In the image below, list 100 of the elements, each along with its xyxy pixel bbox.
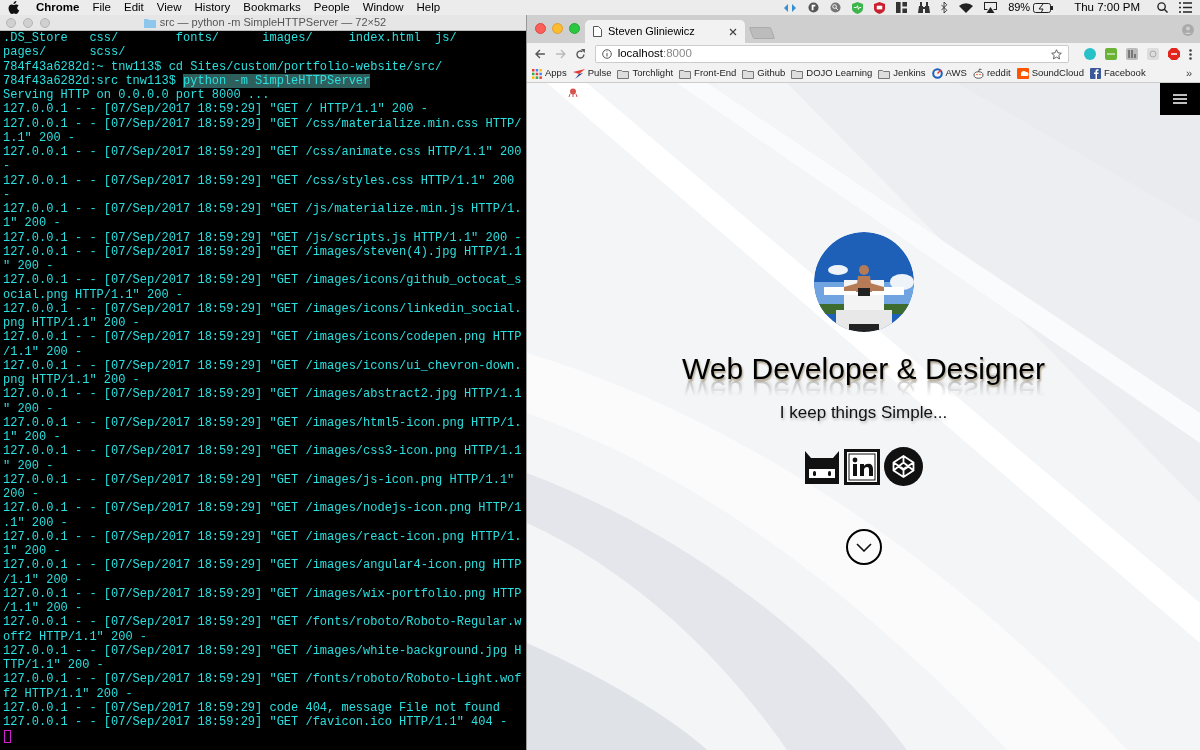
page-icon [593, 26, 602, 37]
terminal-line: 127.0.0.1 - - [07/Sep/2017 18:59:29] "GET /images/icons/github_octocat_s [3, 273, 522, 288]
battery-icon[interactable] [1033, 2, 1054, 13]
square-icon [1089, 68, 1101, 79]
terminal-line: 127.0.0.1 - - [07/Sep/2017 18:59:29] "GET /js/scripts.js HTTP/1.1" 200 - [3, 230, 522, 245]
extension-icon[interactable] [1126, 48, 1138, 60]
bookmark[interactable]: Apps [532, 66, 567, 81]
circle-icon[interactable] [808, 2, 820, 13]
terminal-line: 127.0.0.1 - - [07/Sep/2017 18:59:29] "GET /images/react-icon.png HTTP/1. [3, 529, 522, 544]
terminal-line: 127.0.0.1 - - [07/Sep/2017 18:59:29] "GET /images/steven(4).jpg HTTP/1.1 [3, 244, 522, 259]
bookmark[interactable]: Jenkins [878, 66, 926, 81]
terminal-line: 127.0.0.1 - - [07/Sep/2017 18:59:29] "GET /fonts/roboto/Roboto-Light.wof [3, 672, 522, 687]
browser-tab[interactable]: Steven Gliniewicz [585, 20, 745, 43]
bookmark[interactable]: Pulse [572, 66, 612, 81]
star-icon[interactable] [1051, 48, 1062, 60]
selected-command: python -m SimpleHTTPServer [183, 73, 371, 88]
terminal-line: 1" 200 - [3, 544, 61, 558]
folder-icon [617, 68, 630, 79]
terminal-line: 1" 200 - [3, 430, 61, 444]
terminal-line: 127.0.0.1 - - [07/Sep/2017 18:59:29] "GET /images/icons/codepen.png HTTP [3, 330, 522, 345]
alien-icon [972, 68, 984, 79]
terminal-line: 127.0.0.1 - - [07/Sep/2017 18:59:29] "GET /images/wix-portfolio.png HTTP [3, 586, 522, 601]
bookmark[interactable]: DOJO Learning [791, 66, 873, 81]
swoosh-icon [572, 68, 585, 79]
terminal-line: 127.0.0.1 - - [07/Sep/2017 18:59:29] "GET /images/html5-icon.png HTTP/1. [3, 415, 522, 430]
apps-grid-icon [532, 68, 542, 79]
address-bar[interactable]: localhost:8000 [594, 45, 1069, 63]
binoculars-icon[interactable] [918, 2, 931, 13]
terminal-line: 127.0.0.1 - - [07/Sep/2017 18:59:29] "GET /js/materialize.min.js HTTP/1. [3, 202, 522, 216]
terminal-line: 127.0.0.1 - - [07/Sep/2017 18:59:29] "GET /images/icons/linkedin_social. [3, 301, 522, 316]
back-icon[interactable] [535, 49, 546, 59]
terminal-line: 127.0.0.1 - - [07/Sep/2017 18:59:29] "GET /images/css3-icon.png HTTP/1.1 [3, 444, 522, 459]
apple-icon[interactable] [8, 1, 20, 14]
terminal-line: .1" 200 - [3, 515, 68, 530]
terminal-line: 127.0.0.1 - - [07/Sep/2017 18:59:29] "GET /css/styles.css HTTP/1.1" 200 [3, 173, 515, 188]
terminal-line: 127.0.0.1 - - [07/Sep/2017 18:59:29] "GET /favicon.ico HTTP/1.1" 404 - [3, 715, 508, 729]
close-button[interactable] [535, 23, 546, 34]
terminal-line: 784f43a6282d:~ tnw113$ cd Sites/custom/portfolio-website/src/ [3, 59, 443, 74]
terminal-line: 127.0.0.1 - - [07/Sep/2017 18:59:29] "GET /images/angular4-icon.png HTTP [3, 558, 522, 573]
shield-icon[interactable] [874, 1, 886, 14]
bookmark[interactable]: Torchlight [617, 66, 674, 81]
terminal-line: 127.0.0.1 - - [07/Sep/2017 18:59:29] code 404, message File not found [3, 700, 500, 715]
menu-item[interactable]: File [92, 0, 111, 17]
search-icon[interactable] [1157, 2, 1168, 13]
menu-item[interactable]: Window [362, 0, 404, 17]
terminal-line: png HTTP/1.1" 200 - [3, 373, 140, 387]
menu-item[interactable]: History [194, 0, 231, 17]
terminal-line: .DS_Store css/ fonts/ images/ index.html js/ [3, 31, 457, 45]
ring-icon [931, 68, 943, 79]
url-port: :8000 [663, 47, 692, 60]
folder-icon [679, 68, 692, 79]
search-circle-icon[interactable] [830, 2, 842, 13]
terminal-line: 1" 200 - [3, 216, 61, 231]
reload-icon[interactable] [574, 48, 586, 60]
cloud-icon [1016, 68, 1029, 79]
terminal-line: " 200 - [3, 401, 54, 416]
more-bookmarks-button[interactable]: » [1181, 65, 1192, 82]
adblock-icon[interactable] [1168, 48, 1180, 60]
terminal-line: 127.0.0.1 - - [07/Sep/2017 18:59:29] "GET /images/js-icon.png HTTP/1.1" [3, 472, 515, 487]
info-icon[interactable] [601, 49, 612, 59]
menu-icon[interactable] [1189, 48, 1192, 60]
terminal-line: ocial.png HTTP/1.1" 200 - [3, 287, 184, 302]
bookmark[interactable]: AWS [931, 66, 967, 81]
terminal-line: 784f43a6282d:src tnw113$ [3, 73, 177, 88]
terminal-line: 127.0.0.1 - - [07/Sep/2017 18:59:29] "GET /images/white-background.jpg H [3, 643, 522, 658]
battery-percent: 89% [1008, 0, 1031, 16]
terminal-line: 127.0.0.1 - - [07/Sep/2017 18:59:29] "GET /css/animate.css HTTP/1.1" 200 [3, 145, 522, 159]
wifi-icon[interactable] [959, 2, 974, 13]
terminal-line: 200 - [3, 487, 39, 501]
bookmark[interactable]: Github [742, 66, 786, 81]
terminal-line: " 200 - [3, 458, 54, 473]
menu-item[interactable]: Edit [124, 0, 144, 17]
terminal-line: - [3, 159, 11, 174]
folder-icon [742, 68, 755, 79]
bookmark[interactable]: Front-End [679, 66, 737, 81]
window-title: src — python -m SimpleHTTPServer — 72×52 [159, 15, 387, 31]
terminal-line: 127.0.0.1 - - [07/Sep/2017 18:59:29] "GET /images/nodejs-icon.png HTTP/1 [3, 501, 522, 516]
bluetooth-icon[interactable] [941, 2, 949, 13]
menu-item[interactable]: View [156, 0, 182, 17]
app-menu[interactable]: Chrome [36, 0, 80, 17]
terminal-line: " 200 - [3, 259, 54, 273]
terminal-line: /1.1" 200 - [3, 601, 83, 615]
text-cursor [4, 730, 11, 744]
bookmark[interactable]: reddit [972, 66, 1011, 81]
menu-item[interactable]: People [313, 0, 350, 17]
menu-bar-clock[interactable]: Thu 7:00 PM [1074, 0, 1140, 17]
terminal-line: png HTTP/1.1" 200 - [3, 316, 140, 330]
url-host: localhost [617, 47, 663, 60]
terminal-line: TTP/1.1" 200 - [3, 658, 104, 672]
arrows-icon[interactable] [783, 2, 798, 13]
tiles-icon[interactable] [896, 2, 908, 13]
list-icon[interactable] [1179, 2, 1192, 13]
bookmark[interactable]: SoundCloud [1016, 66, 1084, 81]
close-icon[interactable] [729, 27, 737, 36]
menu-item[interactable]: Help [416, 0, 441, 17]
terminal-line: 127.0.0.1 - - [07/Sep/2017 18:59:29] "GET / HTTP/1.1" 200 - [3, 102, 428, 117]
airplay-icon[interactable] [984, 2, 998, 13]
terminal-line: 1.1" 200 - [3, 130, 75, 145]
bookmark[interactable]: Facebook [1089, 66, 1146, 81]
menu-item[interactable]: Bookmarks [243, 0, 301, 17]
